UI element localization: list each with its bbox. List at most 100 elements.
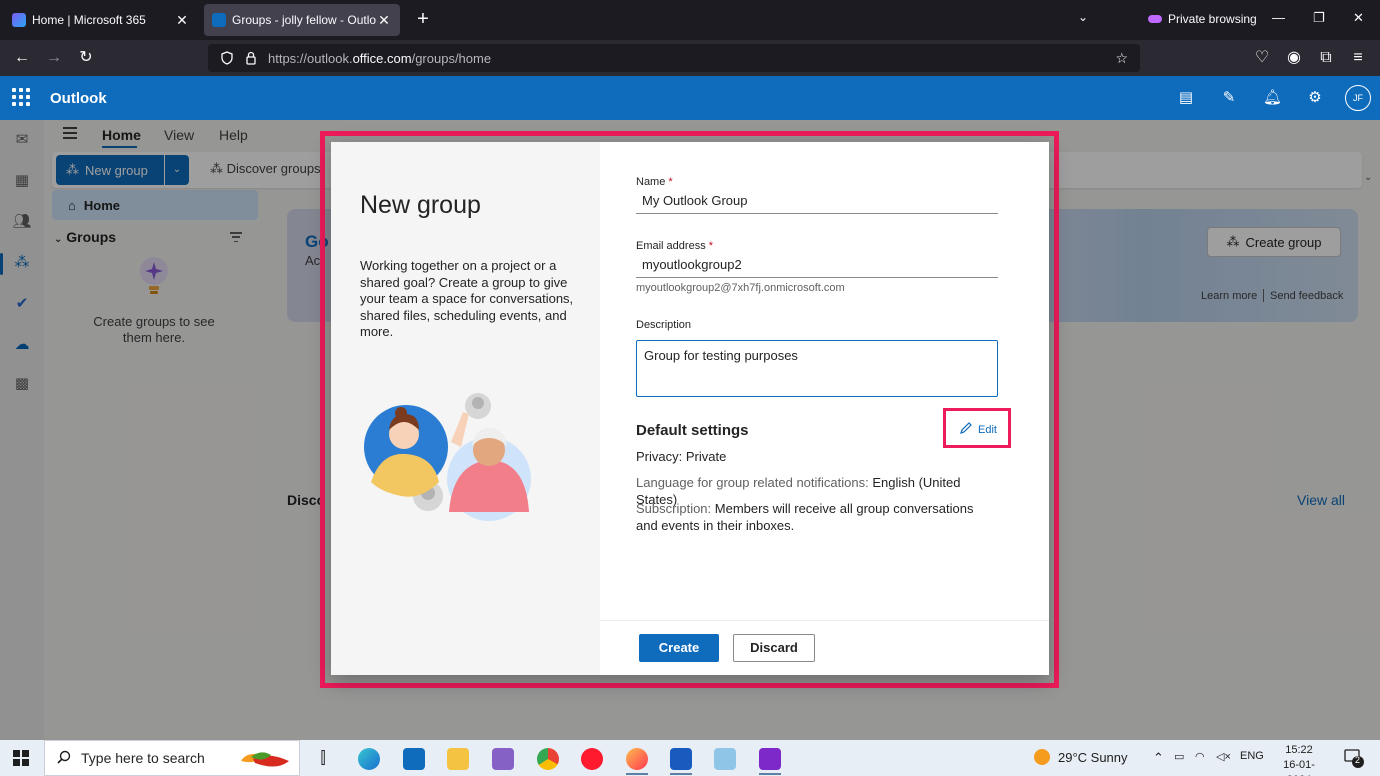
url-path: /groups/home <box>411 50 492 66</box>
running-indicator <box>626 773 648 775</box>
outlook-app-bar: Outlook ▤ ✎ 🔔︎ ⚙ JF <box>0 76 1380 120</box>
search-placeholder: Type here to search <box>81 750 205 766</box>
bell-icon[interactable]: 🔔︎ <box>1263 89 1282 107</box>
team-illustration <box>364 393 531 521</box>
visual-studio-icon[interactable] <box>492 748 514 770</box>
default-settings-title: Default settings <box>636 422 749 439</box>
email-hint: myoutlookgroup2@7xh7fj.onmicrosoft.com <box>636 282 845 294</box>
new-group-dialog: New group Working together on a project … <box>331 142 1049 675</box>
create-button[interactable]: Create <box>639 634 719 662</box>
private-mask-icon <box>1148 15 1162 23</box>
lock-icon[interactable] <box>244 51 258 65</box>
url-prefix: https://outlook. <box>268 50 353 66</box>
url-host: office.com <box>352 50 412 66</box>
tab-label: Home | Microsoft 365 <box>32 13 146 27</box>
extensions-icon[interactable]: ⧉ <box>1316 48 1336 68</box>
chrome-icon[interactable] <box>537 748 559 770</box>
chevron-up-icon[interactable]: ⌃ <box>1153 750 1164 766</box>
gear-icon[interactable]: ⚙ <box>1306 89 1324 107</box>
app-title[interactable]: Outlook <box>50 90 107 107</box>
avatar[interactable]: JF <box>1345 85 1371 111</box>
edit-label: Edit <box>978 423 997 436</box>
running-indicator <box>759 773 781 775</box>
footer-divider <box>600 620 1049 621</box>
m365-icon <box>12 13 26 27</box>
subscription-setting: Subscription: Members will receive all g… <box>636 501 996 534</box>
browser-nav-bar: ← → ↻ https://outlook. office.com/groups/… <box>0 40 1380 76</box>
my-day-icon[interactable]: ✎ <box>1220 89 1238 107</box>
tab-outlook-groups[interactable]: Groups - jolly fellow - Outlook ✕ <box>204 4 400 36</box>
required-mark: * <box>668 176 673 188</box>
account-icon[interactable]: ◉ <box>1284 48 1304 68</box>
battery-icon[interactable]: ▭ <box>1174 750 1184 763</box>
menu-icon[interactable]: ≡ <box>1348 48 1368 68</box>
close-icon[interactable]: ✕ <box>174 12 190 29</box>
name-label-text: Name <box>636 176 666 188</box>
name-label: Name * <box>636 176 673 188</box>
windows-start-icon[interactable] <box>13 750 29 766</box>
file-explorer-icon[interactable] <box>447 748 469 770</box>
discard-button[interactable]: Discard <box>733 634 815 662</box>
private-browsing-label: Private browsing <box>1168 12 1257 26</box>
edge-icon[interactable] <box>358 748 380 770</box>
office-icon[interactable]: ▤ <box>1177 89 1195 107</box>
task-view-icon[interactable]: ⫿ <box>312 748 334 770</box>
restore-icon[interactable]: ❐ <box>1313 10 1325 26</box>
notification-icon[interactable]: 2 <box>1343 748 1365 768</box>
subscription-label: Subscription: <box>636 501 712 516</box>
close-window-icon[interactable]: ✕ <box>1353 10 1364 26</box>
running-indicator <box>670 773 692 775</box>
windows-taskbar: Type here to search ⫿ <box>0 740 1380 776</box>
edit-settings-button[interactable]: Edit <box>959 421 997 438</box>
reload-icon[interactable]: ↻ <box>76 48 96 68</box>
speaker-muted-icon[interactable]: ◁× <box>1216 750 1231 763</box>
mail-app-icon[interactable] <box>403 748 425 770</box>
firefox-private-icon[interactable] <box>759 748 781 770</box>
notification-count: 2 <box>1355 755 1361 765</box>
dialog-left-panel: New group Working together on a project … <box>331 142 600 675</box>
privacy-setting: Privacy: Private <box>636 449 727 464</box>
new-tab-button[interactable]: + <box>412 8 434 32</box>
sun-icon <box>1034 749 1050 765</box>
dialog-description: Working together on a project or a share… <box>360 258 574 339</box>
outlook-icon <box>212 13 226 27</box>
app-launcher-icon[interactable] <box>12 88 30 106</box>
word-icon[interactable] <box>670 748 692 770</box>
required-mark: * <box>708 240 714 252</box>
tab-microsoft-365[interactable]: Home | Microsoft 365 ✕ <box>4 4 198 36</box>
shield-icon[interactable] <box>220 51 234 65</box>
private-browsing-indicator: Private browsing <box>1148 12 1257 26</box>
opera-icon[interactable] <box>581 748 603 770</box>
description-label: Description <box>636 319 692 331</box>
wifi-icon[interactable]: ◠ <box>1195 750 1205 763</box>
name-input[interactable]: My Outlook Group <box>636 188 998 214</box>
close-icon[interactable]: ✕ <box>376 12 392 29</box>
bookmark-star-icon[interactable]: ☆ <box>1115 50 1128 67</box>
taskbar-clock[interactable]: 15:22 16-01-2024 <box>1271 743 1327 776</box>
language-indicator[interactable]: ENG <box>1240 750 1264 762</box>
email-input[interactable]: myoutlookgroup2 <box>636 252 998 278</box>
tab-label: Groups - jolly fellow - Outlook <box>232 13 376 27</box>
app-icon[interactable] <box>714 748 736 770</box>
back-arrow-icon[interactable]: ← <box>12 48 32 68</box>
email-label: Email address * <box>636 240 713 252</box>
browser-tab-bar: Home | Microsoft 365 ✕ Groups - jolly fe… <box>0 0 1380 40</box>
url-bar[interactable]: https://outlook. office.com/groups/home ☆ <box>208 44 1140 72</box>
minimize-icon[interactable]: — <box>1272 10 1285 25</box>
dialog-title: New group <box>360 191 481 219</box>
pocket-icon[interactable]: ♡ <box>1252 48 1272 68</box>
chevron-down-icon[interactable]: ⌄ <box>1078 10 1088 24</box>
pencil-icon <box>959 421 973 438</box>
clock-time: 15:22 <box>1285 744 1313 756</box>
weather-text: 29°C Sunny <box>1058 749 1128 765</box>
forward-arrow-icon[interactable]: → <box>44 48 64 68</box>
description-input[interactable]: Group for testing purposes <box>636 340 998 397</box>
weather-widget[interactable]: 29°C Sunny <box>1034 749 1128 765</box>
language-label: Language for group related notifications… <box>636 475 869 490</box>
search-icon <box>57 750 71 767</box>
email-label-text: Email address <box>636 240 706 252</box>
clock-date: 16-01-2024 <box>1283 759 1315 776</box>
chili-peppers-icon <box>237 747 295 771</box>
taskbar-search[interactable]: Type here to search <box>44 740 300 776</box>
firefox-icon[interactable] <box>626 748 648 770</box>
